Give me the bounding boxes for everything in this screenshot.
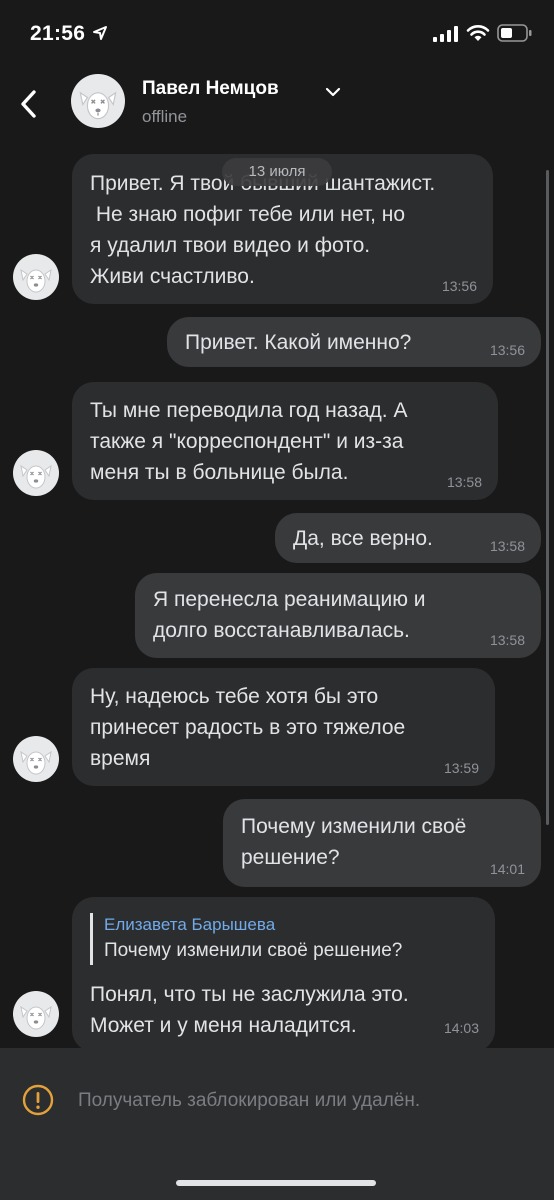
blocked-notice-text: Получатель заблокирован или удалён.: [78, 1090, 421, 1111]
message-text: Ты мне переводила год назад. А также я "…: [90, 399, 408, 484]
message-text: Почему изменили своё решение?: [241, 815, 467, 869]
dog-avatar-icon: [20, 750, 52, 775]
message-time: 13:58: [489, 632, 525, 648]
message-bubble[interactable]: Елизавета Барышева Почему изменили своё …: [72, 897, 495, 1052]
scrollbar[interactable]: [546, 170, 549, 825]
message-bubble[interactable]: Почему изменили своё решение? 14:01: [223, 799, 541, 887]
sender-avatar[interactable]: [13, 991, 59, 1037]
sender-avatar[interactable]: [13, 450, 59, 496]
sender-avatar[interactable]: [13, 736, 59, 782]
sender-avatar[interactable]: [13, 254, 59, 300]
message-text: Привет. Какой именно?: [185, 331, 412, 354]
message-bubble[interactable]: Я перенесла реанимацию и долго восстанав…: [135, 573, 541, 658]
message-time: 13:56: [441, 278, 477, 294]
warning-icon: [22, 1084, 54, 1116]
dog-avatar-icon: [20, 1005, 52, 1030]
message-text: Понял, что ты не заслужила это. Может и …: [90, 983, 409, 1037]
wifi-icon: [466, 25, 490, 41]
dog-avatar-icon: [79, 91, 117, 120]
contact-avatar[interactable]: [71, 74, 125, 128]
message-text: Да, все верно.: [293, 527, 433, 550]
battery-icon: [497, 24, 532, 42]
status-bar: 21:56: [0, 0, 554, 66]
message-time: 13:58: [446, 474, 482, 490]
status-time: 21:56: [30, 22, 86, 45]
message-text: Я перенесла реанимацию и долго восстанав…: [153, 588, 426, 642]
message-time: 13:58: [489, 538, 525, 554]
reply-quote[interactable]: Елизавета Барышева Почему изменили своё …: [90, 913, 477, 965]
contact-name[interactable]: Павел Немцов: [142, 78, 279, 100]
dog-avatar-icon: [20, 464, 52, 489]
message-time: 13:56: [489, 342, 525, 358]
home-indicator: [176, 1180, 376, 1186]
message-time: 14:01: [489, 861, 525, 877]
date-separator: 13 июля: [222, 158, 332, 186]
back-icon[interactable]: [14, 86, 44, 122]
message-bubble[interactable]: Да, все верно. 13:58: [275, 513, 541, 563]
signal-icon: [433, 26, 458, 42]
presence-status: offline: [142, 107, 188, 126]
message-bubble[interactable]: Ну, надеюсь тебе хотя бы это принесет ра…: [72, 668, 495, 786]
message-text: Привет. Я твой бывший шантажист. Не знаю…: [90, 172, 436, 288]
reply-author: Елизавета Барышева: [104, 915, 276, 934]
reply-text: Почему изменили своё решение?: [104, 940, 403, 961]
message-text: Ну, надеюсь тебе хотя бы это принесет ра…: [90, 685, 406, 770]
message-bubble[interactable]: Ты мне переводила год назад. А также я "…: [72, 382, 498, 500]
dog-avatar-icon: [20, 268, 52, 293]
message-time: 13:59: [443, 760, 479, 776]
chat-header: Павел Немцов offline: [0, 66, 554, 140]
blocked-notice-panel: Получатель заблокирован или удалён.: [0, 1048, 554, 1200]
message-time: 14:03: [443, 1020, 479, 1036]
location-arrow-icon: [93, 26, 107, 40]
message-bubble[interactable]: Привет. Какой именно? 13:56: [167, 317, 541, 367]
chevron-down-icon[interactable]: [325, 86, 341, 98]
